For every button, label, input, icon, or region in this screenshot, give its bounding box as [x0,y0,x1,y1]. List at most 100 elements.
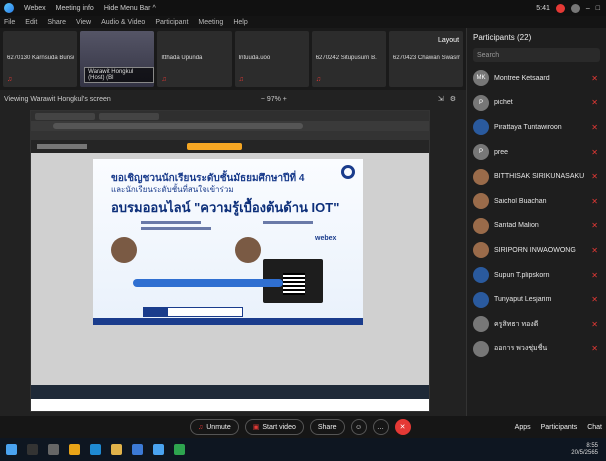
avatar [473,242,489,259]
panel-buttons: Apps Participants Chat [515,424,602,431]
layout-button[interactable]: Layout [438,37,459,44]
slide-url-box [143,307,243,317]
participant-row[interactable]: Supun T.plipskorn ✕ [467,263,606,288]
video-off-icon: ▣ [252,424,260,431]
shared-app-badge [187,143,242,150]
muted-mic-icon: ♫ [161,76,167,83]
avatar: P [473,94,489,111]
participant-row[interactable]: ครูสิทธา ทองดี ✕ [467,312,606,337]
participant-name: SIRIPORN INWAOWONG [494,246,576,254]
participants-button[interactable]: Participants [541,424,578,431]
participant-row[interactable]: Ppichet ✕ [467,91,606,116]
share-button[interactable]: Share [309,419,345,435]
slide-heading-3: อบรมออนไลน์ "ความรู้เบื้องต้นด้าน IOT" [111,200,340,215]
menu-edit[interactable]: Edit [25,19,37,26]
shared-browser-tabs [31,111,429,121]
task-view-icon[interactable] [48,444,59,455]
participant-row[interactable]: MK Montree Ketsaard ✕ [467,66,606,91]
search-icon[interactable] [27,444,38,455]
url-field [53,123,303,129]
chrome-icon[interactable] [69,444,80,455]
menu-meeting[interactable]: Meeting [198,19,223,26]
muted-mic-icon: ✕ [591,172,598,182]
thumbnail-name: 6270130 Karnsuda Bunsuk... [7,55,74,61]
more-options-button[interactable]: … [372,419,389,435]
participant-row[interactable]: Saichol Buachan ✕ [467,189,606,214]
end-call-button[interactable]: ✕ [394,419,411,435]
windows-start-icon[interactable] [6,444,17,455]
windows-taskbar: 8:55 20/5/2565 [0,438,606,461]
reactions-button[interactable]: ☺ [350,419,367,435]
menu-help[interactable]: Help [233,19,247,26]
menu-participant[interactable]: Participant [155,19,188,26]
unmute-button[interactable]: ♫ Unmute [190,419,239,435]
video-thumbnail[interactable]: 6270130 Karnsuda Bunsuk... ♫ [3,31,78,87]
thumbnail-name: 6270423 Chawan Swasmo... [392,55,460,61]
participant-row[interactable]: SIRIPORN INWAOWONG ✕ [467,238,606,263]
title-bar-right: 5:41 – □ [536,3,606,13]
menu-share[interactable]: Share [47,19,66,26]
start-video-label: Start video [262,423,296,431]
app-taskbar-icon[interactable] [174,444,185,455]
participant-name: ครูสิทธา ทองดี [494,320,539,328]
speaker-photo [235,237,261,263]
participant-row[interactable]: Santad Malion ✕ [467,214,606,239]
muted-mic-icon: ♫ [7,76,13,83]
shared-url-bar [31,121,429,131]
participant-row[interactable]: Ppree ✕ [467,140,606,165]
video-thumbnail[interactable]: Itthada Upunda ♫ [157,31,232,87]
menu-audio-video[interactable]: Audio & Video [101,19,145,26]
participants-list: MK Montree Ketsaard ✕ Ppichet ✕ Pirattaya T… [467,66,606,361]
participant-row[interactable]: Pirattaya Tuntawiroon ✕ [467,115,606,140]
start-video-button[interactable]: ▣ Start video [244,419,304,435]
hide-menu-bar-button[interactable]: Hide Menu Bar ^ [104,5,156,12]
menu-view[interactable]: View [76,19,91,26]
unmute-label: Unmute [206,423,231,431]
presentation-slide: ขอเชิญชวนนักเรียนระดับชั้นมัธยมศึกษาปีที… [93,159,363,325]
chat-button[interactable]: Chat [587,424,602,431]
participant-row[interactable]: Tunyaput Lesjarim ✕ [467,287,606,312]
participant-name: pree [494,148,509,156]
participant-name: Supun T.plipskorn [494,271,550,279]
slide-logo-icon [341,165,355,179]
webex-taskbar-icon[interactable] [153,444,164,455]
qr-code-icon [283,273,305,295]
edge-icon[interactable] [90,444,101,455]
participant-name: Tunyaput Lesjarim [494,296,552,304]
participant-row[interactable]: BITTHISAK SIRIKUNASAKUL... ✕ [467,164,606,189]
meeting-info-tab[interactable]: Meeting info [56,5,94,12]
url-label [144,308,168,316]
event-date-bar [133,279,283,287]
video-thumbnail[interactable]: Warawit Hongkul (Host) (Bl [80,31,155,87]
webex-label: webex [315,235,337,242]
restore-icon[interactable]: □ [596,5,600,12]
muted-mic-icon: ✕ [591,147,598,157]
avatar [473,217,489,234]
muted-mic-icon: ✕ [591,319,598,329]
participants-panel: Participants (22) Search MK Montree Ketsa… [466,28,606,416]
minimize-icon[interactable]: – [586,5,590,12]
apps-button[interactable]: Apps [515,424,531,431]
menu-file[interactable]: File [4,19,15,26]
view-controls-icon[interactable]: ⇲⚙ [438,95,462,103]
video-thumbnail[interactable]: 6270423 Chawan Swasmo... Layout [388,31,464,87]
store-icon[interactable] [132,444,143,455]
file-explorer-icon[interactable] [111,444,122,455]
share-label: Share [317,423,337,431]
muted-mic-icon: ✕ [591,196,598,206]
muted-mic-icon: ✕ [591,270,598,280]
video-thumbnail[interactable]: Intuuda.uoo ♫ [234,31,309,87]
zoom-control[interactable]: − 97% + [261,96,287,103]
participants-search-input[interactable]: Search [473,48,600,62]
video-thumbnails: 6270130 Karnsuda Bunsuk... ♫ Warawit Hon… [0,28,466,90]
participants-title: Participants (22) [473,32,532,42]
participant-row[interactable]: ออการ พวงชุ่มชื่น ✕ [467,337,606,362]
thumbnail-name: 6270242 Situpusurn B. [315,55,377,61]
muted-mic-icon: ✕ [591,73,598,83]
slide-heading-2: และนักเรียนระดับชั้นที่สนใจเข้าร่วม [111,185,234,194]
browser-tab [35,112,95,120]
taskbar-clock: 8:55 20/5/2565 [571,443,606,457]
avatar [473,316,489,333]
muted-mic-icon: ✕ [591,122,598,132]
video-thumbnail[interactable]: 6270242 Situpusurn B. ♫ [311,31,386,87]
